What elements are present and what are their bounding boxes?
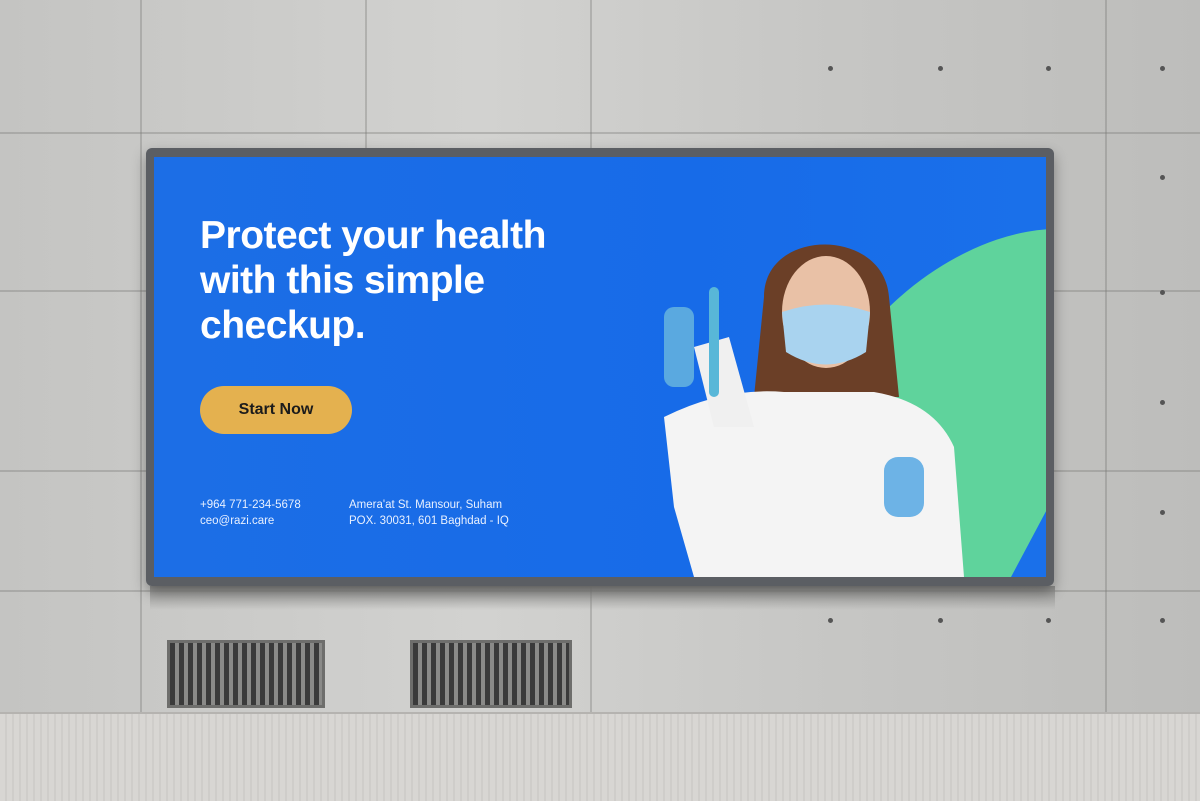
contact-info: +964 771-234-5678 ceo@razi.care <box>200 497 301 529</box>
billboard-shadow <box>150 586 1055 610</box>
phone-number: +964 771-234-5678 <box>200 499 301 511</box>
wall-vent <box>410 640 572 708</box>
address-line-1: Amera'at St. Mansour, Suham <box>349 499 503 511</box>
email-address: ceo@razi.care <box>200 515 275 527</box>
test-tube <box>709 287 719 397</box>
billboard-frame: Protect your health with this simple che… <box>146 148 1054 586</box>
wall-vent <box>167 640 325 708</box>
billboard-ad: Protect your health with this simple che… <box>154 157 1046 577</box>
start-now-button[interactable]: Start Now <box>200 386 352 434</box>
floor <box>0 712 1200 801</box>
address: Amera'at St. Mansour, Suham POX. 30031, … <box>349 497 509 529</box>
address-line-2: POX. 30031, 601 Baghdad - IQ <box>349 515 509 527</box>
doctor-photo <box>664 244 964 577</box>
